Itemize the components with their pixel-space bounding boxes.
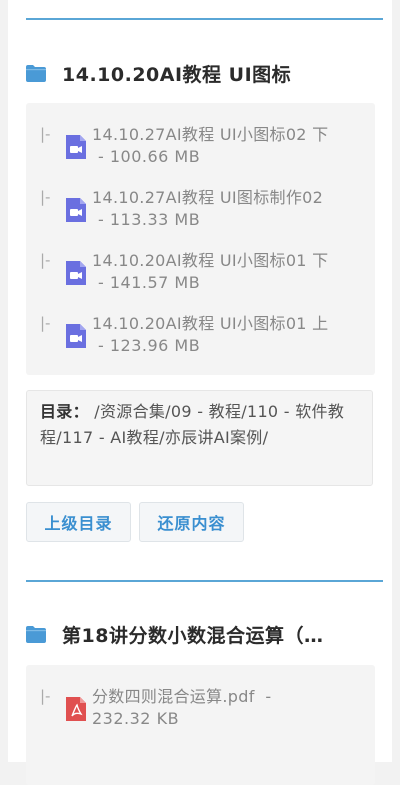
file-size: 232.32 KB: [92, 709, 180, 728]
video-file-icon: [66, 198, 86, 222]
video-file-icon: [66, 324, 86, 348]
file-size: - 100.66 MB: [98, 147, 201, 166]
file-item[interactable]: |- 14.10.20AI教程 UI小图标01 下 - 141.57 MB: [26, 241, 375, 297]
tree-pipe: |-: [40, 687, 51, 705]
tree-pipe: |-: [40, 314, 51, 332]
tree-pipe: |-: [40, 251, 51, 269]
folder-icon: [26, 65, 46, 82]
file-name: 14.10.20AI教程 UI小图标01 上: [92, 314, 329, 333]
video-file-icon: [66, 261, 86, 285]
file-name: 14.10.27AI教程 UI小图标02 下: [92, 125, 329, 144]
file-name: 14.10.27AI教程 UI图标制作02: [92, 188, 324, 207]
file-item[interactable]: |- 分数四则混合运算.pdf - 232.32 KB: [26, 677, 375, 733]
file-size: - 113.33 MB: [98, 210, 201, 229]
restore-content-button[interactable]: 还原内容: [139, 502, 244, 542]
file-list: |- 14.10.27AI教程 UI小图标02 下 - 100.66 MB |-…: [26, 103, 375, 375]
file-item[interactable]: |- 14.10.20AI教程 UI小图标01 上 - 123.96 MB: [26, 304, 375, 360]
tree-pipe: |-: [40, 188, 51, 206]
section-divider: [26, 18, 383, 20]
section-card: 第18讲分数小数混合运算（… |- 分数四则混合运算.pdf - 232.32 …: [8, 562, 392, 785]
section-card: 14.10.20AI教程 UI图标 |- 14.10.27AI教程 UI小图标0…: [8, 0, 392, 570]
section-header[interactable]: 第18讲分数小数混合运算（…: [26, 621, 374, 648]
directory-label: 目录：: [40, 402, 89, 421]
video-file-icon: [66, 135, 86, 159]
parent-directory-button[interactable]: 上级目录: [26, 502, 131, 542]
section-header[interactable]: 14.10.20AI教程 UI图标: [26, 60, 374, 87]
file-item[interactable]: |- 14.10.27AI教程 UI图标制作02 - 113.33 MB: [26, 178, 375, 234]
section-title: 14.10.20AI教程 UI图标: [62, 64, 292, 86]
tree-pipe: |-: [40, 125, 51, 143]
file-item[interactable]: |- 14.10.27AI教程 UI小图标02 下 - 100.66 MB: [26, 115, 375, 171]
section-divider: [26, 580, 383, 582]
section-title: 第18讲分数小数混合运算（…: [62, 625, 324, 647]
directory-path: 目录： /资源合集/09 - 教程/110 - 软件教程/117 - AI教程/…: [26, 390, 373, 486]
file-list: |- 分数四则混合运算.pdf - 232.32 KB: [26, 665, 375, 785]
pdf-file-icon: [66, 697, 86, 721]
folder-icon: [26, 626, 46, 643]
file-size: - 141.57 MB: [98, 273, 201, 292]
file-size: - 123.96 MB: [98, 336, 201, 355]
file-name: 14.10.20AI教程 UI小图标01 下: [92, 251, 329, 270]
file-name: 分数四则混合运算.pdf -: [92, 687, 272, 706]
